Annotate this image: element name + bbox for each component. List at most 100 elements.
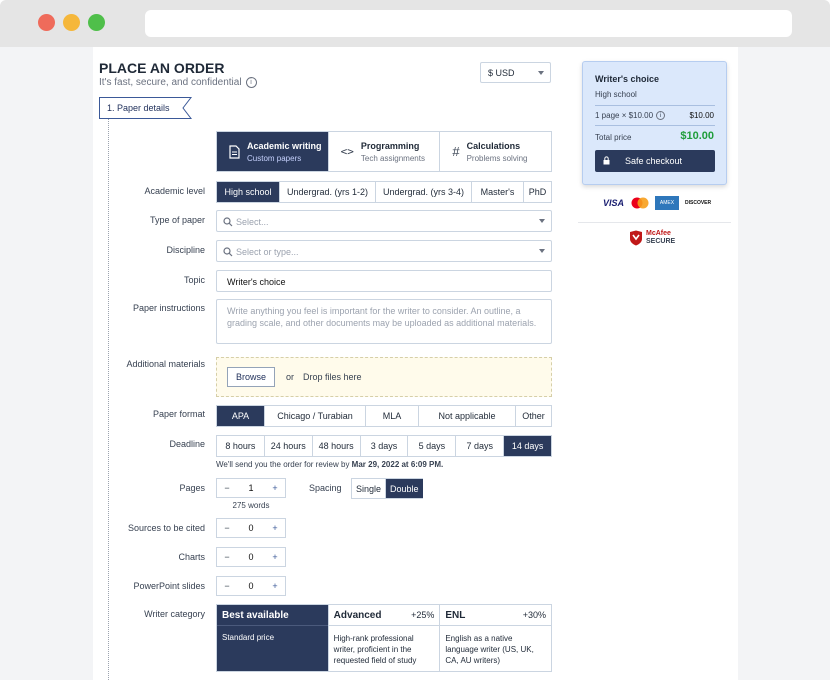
writer-description: High-rank professional writer, proficien… [333,634,417,665]
level-option-masters[interactable]: Master's [471,182,523,202]
deadline-option-5-days[interactable]: 5 days [407,436,455,456]
browse-button[interactable]: Browse [227,367,275,387]
level-option-undergrad-1-2[interactable]: Undergrad. (yrs 1-2) [279,182,375,202]
sources-value[interactable]: 0 [237,519,265,537]
pages-increment-button[interactable]: + [265,479,285,497]
mcafee-badge: McAfee SECURE [629,230,675,246]
step-label: 1. Paper details [107,103,170,113]
writer-option-enl[interactable]: ENL +30% English as a native language wri… [439,605,552,671]
divider [595,125,715,126]
format-option-chicago[interactable]: Chicago / Turabian [264,406,365,426]
deadline-note: We'll send you the order for review by M… [216,460,443,469]
lock-icon [603,156,610,165]
sources-label: Sources to be cited [127,523,205,533]
discipline-placeholder: Select or type... [236,247,299,257]
close-window-dot[interactable] [38,14,55,31]
writer-option-advanced[interactable]: Advanced +25% High-rank professional writ… [327,605,440,671]
safe-checkout-button[interactable]: Safe checkout [595,150,715,172]
writer-name: Best available [222,610,289,621]
writer-option-best-available[interactable]: Best available Standard price [217,605,328,671]
instructions-textarea[interactable]: Write anything you feel is important for… [216,299,552,344]
writer-category-selector: Best available Standard price Advanced +2… [216,604,552,672]
format-option-other[interactable]: Other [515,406,551,426]
charts-value[interactable]: 0 [237,548,265,566]
tab-label: Calculations [466,140,521,151]
deadline-option-24-hours[interactable]: 24 hours [263,436,312,456]
level-option-phd[interactable]: PhD [523,182,551,202]
discipline-select[interactable]: Select or type... [216,240,552,262]
search-icon [223,217,233,227]
checkout-label: Safe checkout [625,156,683,166]
charts-stepper: − 0 + [216,547,286,567]
pages-stepper: − 1 + [216,478,286,498]
step-indicator: 1. Paper details [99,97,193,119]
minimize-window-dot[interactable] [63,14,80,31]
deadline-option-8-hours[interactable]: 8 hours [217,436,264,456]
info-icon[interactable]: i [245,77,257,88]
deadline-option-7-days[interactable]: 7 days [455,436,503,456]
info-icon[interactable]: i [656,111,666,120]
pages-decrement-button[interactable]: − [217,479,237,497]
tab-sublabel: Custom papers [247,153,302,163]
divider [595,105,715,106]
academic-level-label: Academic level [144,186,205,196]
topic-value: Writer's choice [227,277,286,287]
level-option-undergrad-3-4[interactable]: Undergrad. (yrs 3-4) [375,182,471,202]
discover-icon: DISCOVER [685,200,712,206]
sources-increment-button[interactable]: + [265,519,285,537]
type-of-paper-select[interactable]: Select... [216,210,552,232]
deadline-date: Mar 29, 2022 at 6:09 PM. [351,460,444,469]
writer-surcharge: +25% [411,610,435,620]
sources-decrement-button[interactable]: − [217,519,237,537]
charts-increment-button[interactable]: + [265,548,285,566]
slides-increment-button[interactable]: + [265,577,285,595]
mcafee-name: McAfee [646,230,671,237]
drop-files-text: Drop files here [303,372,362,382]
payment-methods: VISA AMEX DISCOVER [603,196,711,210]
writer-surcharge: +30% [522,610,547,620]
writer-name: Advanced [333,610,382,621]
summary-calc-price: $10.00 [689,111,714,120]
tab-programming[interactable]: <> Programming Tech assignments [327,132,440,171]
instructions-placeholder: Write anything you feel is important for… [227,306,537,328]
charts-label: Charts [178,552,205,562]
word-count: 275 words [232,501,270,510]
summary-calc: 1 page × $10.00 i [595,111,666,120]
tab-calculations[interactable]: # Calculations Problems solving [439,132,552,171]
currency-select[interactable]: $ USD [480,62,551,83]
mcafee-shield-icon [630,230,642,246]
page-title: PLACE AN ORDER [99,60,225,76]
currency-value: $ USD [488,68,515,78]
deadline-selector: 8 hours 24 hours 48 hours 3 days 5 days … [216,435,552,457]
deadline-label: Deadline [169,439,205,449]
tab-sublabel: Problems solving [466,153,528,163]
summary-calc-text: 1 page × $10.00 [595,111,654,120]
format-option-apa[interactable]: APA [217,406,264,426]
pages-value[interactable]: 1 [237,479,265,497]
document-icon [229,144,240,159]
tab-academic-writing[interactable]: Academic writing Custom papers [217,132,328,171]
tab-label: Academic writing [247,140,322,151]
writer-description: Standard price [222,633,275,642]
slides-decrement-button[interactable]: − [217,577,237,595]
deadline-option-48-hours[interactable]: 48 hours [311,436,360,456]
deadline-option-3-days[interactable]: 3 days [359,436,408,456]
address-bar[interactable] [145,10,792,37]
format-option-not-applicable[interactable]: Not applicable [418,406,515,426]
order-summary-card: Writer's choice High school 1 page × $10… [582,61,727,185]
spacing-option-single[interactable]: Single [352,479,385,498]
tab-sublabel: Tech assignments [360,153,425,163]
slides-value[interactable]: 0 [237,577,265,595]
format-label: Paper format [152,409,205,419]
level-option-high-school[interactable]: High school [217,182,279,202]
topic-input[interactable]: Writer's choice [216,270,552,292]
deadline-option-14-days[interactable]: 14 days [503,436,552,456]
file-dropzone[interactable]: Browse or Drop files here [216,357,552,397]
charts-decrement-button[interactable]: − [217,548,237,566]
maximize-window-dot[interactable] [88,14,105,31]
writer-description: English as a native language writer (US,… [445,634,534,665]
spacing-option-double[interactable]: Double [385,479,423,498]
materials-label: Additional materials [126,359,205,369]
format-option-mla[interactable]: MLA [365,406,418,426]
topic-label: Topic [183,275,205,285]
